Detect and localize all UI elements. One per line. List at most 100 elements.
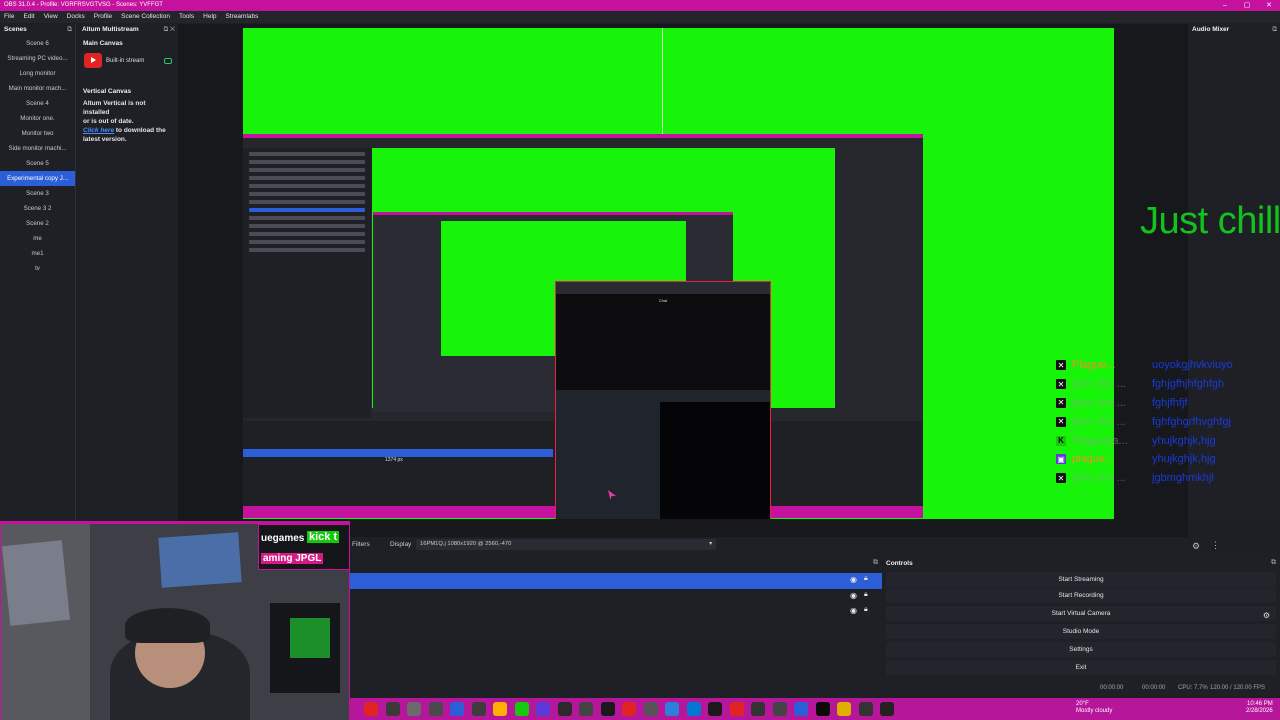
scene-item[interactable]: Scene 4	[0, 96, 75, 111]
scene-item[interactable]: Scene 3	[0, 186, 75, 201]
weather-temp: 20°F	[1076, 701, 1089, 707]
scene-item[interactable]: Monitor two	[0, 126, 75, 141]
lock-icon[interactable]: 🔒︎	[864, 591, 868, 599]
chat-overlay: ✕ Plague... uoyokgjhvkviuyo ✕ john cho ... fg…	[1056, 356, 1280, 488]
builtin-stream-row[interactable]: Built-in stream	[78, 51, 178, 70]
code-icon[interactable]	[579, 702, 593, 716]
source-row[interactable]: ◉ 🔒︎	[350, 589, 882, 605]
youtube-app-icon[interactable]	[622, 702, 636, 716]
scene-item[interactable]: Side monitor machi...	[0, 141, 75, 156]
scene-item[interactable]: Experimental copy J...	[0, 171, 75, 186]
scene-item[interactable]: Scene 3 2	[0, 201, 75, 216]
eye-icon[interactable]: ◉	[850, 575, 857, 584]
app-icon[interactable]	[772, 702, 787, 716]
scenes-dock-header: Scenes ⧉	[0, 24, 75, 36]
chat-text: yhujkghjk,hjg	[1152, 453, 1216, 466]
clock[interactable]: 10:46 PM 2/28/2026	[1246, 701, 1273, 715]
eye-icon[interactable]: ◉	[850, 591, 857, 600]
source-row[interactable]: ◉ 🔒︎	[350, 604, 882, 620]
app-icon[interactable]	[729, 702, 744, 716]
gear-icon[interactable]: ⚙	[1192, 541, 1200, 552]
menu-streamlabs[interactable]: Streamlabs	[226, 11, 259, 23]
sources-dock: ⧉ ◉ 🔒︎ ◉ 🔒︎ ◉ 🔒︎	[350, 556, 882, 700]
exit-button[interactable]: Exit	[886, 660, 1276, 675]
dock-close-icon[interactable]: ⧉ ✕	[164, 24, 175, 36]
scene-item[interactable]: Long monitor	[0, 66, 75, 81]
scene-item[interactable]: Scene 6	[0, 36, 75, 51]
scene-item[interactable]: me	[0, 231, 75, 246]
start-streaming-button[interactable]: Start Streaming	[886, 572, 1276, 587]
source-row[interactable]: ◉ 🔒︎	[350, 573, 882, 589]
lock-icon[interactable]: 🔒︎	[864, 575, 868, 583]
app-icon[interactable]	[794, 702, 808, 716]
settings-button[interactable]: Settings	[886, 642, 1276, 657]
close-button[interactable]: ✕	[1258, 0, 1280, 11]
github-icon[interactable]	[557, 702, 572, 716]
stream-time: 00:00:00	[1100, 685, 1124, 691]
nested-chat-window: Chat	[555, 281, 771, 519]
dock-float-icon[interactable]: ⧉	[873, 559, 878, 567]
app-icon[interactable]	[643, 702, 658, 716]
dock-float-icon[interactable]: ⧉	[1272, 24, 1277, 36]
app-icon[interactable]	[815, 702, 830, 716]
scene-item[interactable]: Scene 2	[0, 216, 75, 231]
scene-item[interactable]: Scene 5	[0, 156, 75, 171]
menu-file[interactable]: File	[4, 11, 14, 23]
eye-icon[interactable]: ◉	[850, 606, 857, 615]
scene-item[interactable]: me1	[0, 246, 75, 261]
chevron-down-icon: ▾	[709, 541, 712, 547]
more-options-icon[interactable]: ⋮	[1211, 540, 1220, 551]
menu-profile[interactable]: Profile	[94, 11, 112, 23]
dock-float-icon[interactable]: ⧉	[67, 24, 72, 36]
settings-app-icon[interactable]	[450, 702, 464, 716]
menu-edit[interactable]: Edit	[23, 11, 34, 23]
clock-date: 2/28/2026	[1246, 708, 1273, 714]
menu-help[interactable]: Help	[203, 11, 216, 23]
camera-app-icon[interactable]	[407, 702, 421, 716]
scene-item[interactable]: Main monitor mach...	[0, 81, 75, 96]
minimize-button[interactable]: –	[1214, 0, 1236, 11]
snip-icon[interactable]	[428, 702, 443, 716]
download-link[interactable]: Click here	[83, 127, 114, 134]
menu-scene-collection[interactable]: Scene Collection	[121, 11, 170, 23]
chat-text: yhujkghjk,hjg	[1152, 434, 1216, 447]
maximize-button[interactable]: ▢	[1236, 0, 1258, 11]
app-icon[interactable]	[751, 702, 765, 716]
lock-icon[interactable]: 🔒︎	[864, 606, 868, 614]
dock-float-icon[interactable]: ⧉	[1271, 559, 1276, 567]
display-select[interactable]: 16PM1Q.j 1080x1920 @ 2560,-470 ▾	[416, 539, 716, 550]
chat-username: plague...	[1072, 453, 1115, 466]
store-icon[interactable]	[686, 702, 701, 716]
app-icon[interactable]	[600, 702, 615, 716]
app-icon[interactable]	[858, 702, 873, 716]
scene-item[interactable]: tv	[0, 261, 75, 276]
cpu-usage: CPU: 7.7%	[1178, 685, 1208, 691]
warning-line-3: to download the	[114, 127, 166, 134]
record-app-icon[interactable]	[364, 702, 378, 716]
start-virtual-camera-button[interactable]: Start Virtual Camera ⚙	[886, 606, 1276, 621]
menu-docks[interactable]: Docks	[67, 11, 85, 23]
twitch-app-icon[interactable]	[536, 702, 550, 716]
edge-icon[interactable]	[471, 702, 486, 716]
filters-button[interactable]: Filters	[352, 541, 370, 548]
stream-status-icon[interactable]	[164, 57, 172, 64]
gear-icon[interactable]: ⚙	[1263, 608, 1270, 623]
chat-window-title: Chat	[658, 298, 668, 303]
weather-widget[interactable]: 20°F Mostly cloudy	[1076, 701, 1112, 715]
scene-item[interactable]: Streaming PC video...	[0, 51, 75, 66]
chat-message: ✕ Plague... uoyokgjhvkviuyo	[1056, 356, 1280, 375]
preview-canvas[interactable]: 1374 px Chat	[243, 28, 1114, 519]
app-icon[interactable]	[880, 702, 894, 716]
studio-mode-button[interactable]: Studio Mode	[886, 624, 1276, 639]
chat-message: ✕ john cho ... jgbmghmkhjl	[1056, 469, 1280, 488]
menu-tools[interactable]: Tools	[179, 11, 194, 23]
start-recording-button[interactable]: Start Recording	[886, 588, 1276, 603]
terminal-icon[interactable]	[514, 702, 529, 716]
warning-icon[interactable]	[837, 702, 851, 716]
folder-icon[interactable]	[493, 702, 507, 716]
obs-icon[interactable]	[385, 702, 400, 716]
menu-view[interactable]: View	[44, 11, 58, 23]
scene-item[interactable]: Monitor one.	[0, 111, 75, 126]
app-icon[interactable]	[708, 702, 722, 716]
browser-icon[interactable]	[665, 702, 679, 716]
